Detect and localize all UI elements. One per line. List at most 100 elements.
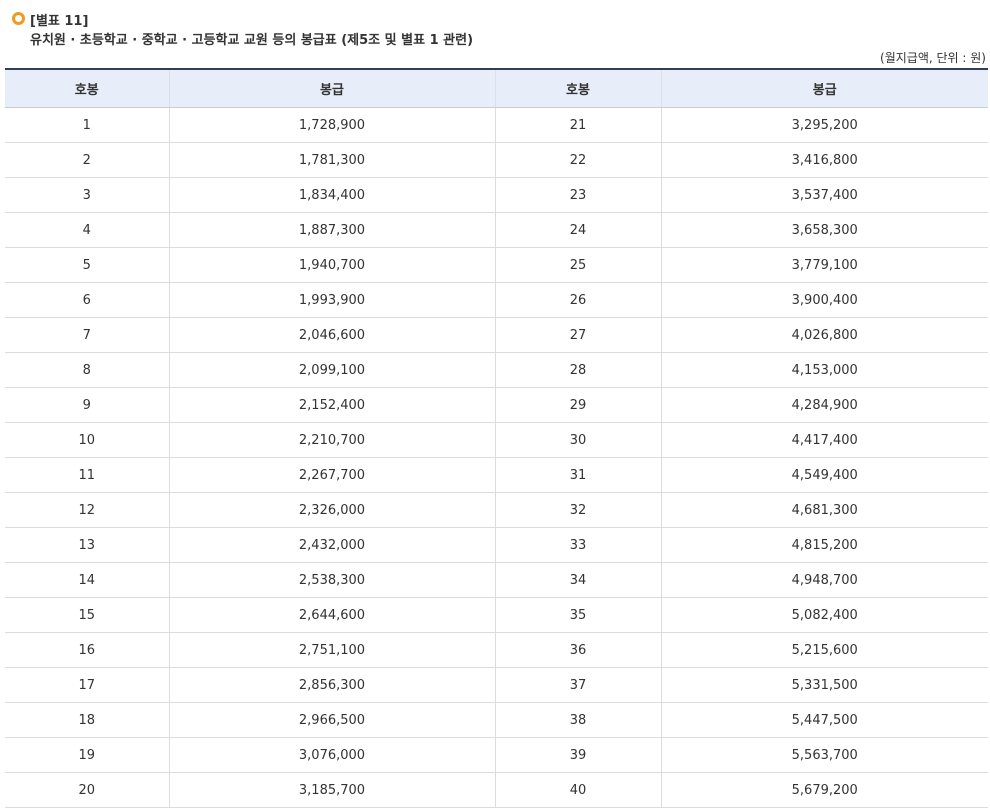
document-header: [별표 11] 유치원 · 초등학교 · 중학교 · 고등학교 교원 등의 봉급… <box>0 0 990 68</box>
salary-cell: 1,887,300 <box>168 212 495 248</box>
table-row: 11 2,267,700 31 4,549,400 <box>5 457 988 493</box>
step-cell: 9 <box>5 387 169 423</box>
table-header-row: 호봉 봉급 호봉 봉급 <box>5 68 988 108</box>
salary-cell: 2,856,300 <box>168 667 495 703</box>
step-cell: 37 <box>494 667 661 703</box>
step-cell: 40 <box>494 772 661 808</box>
salary-cell: 2,267,700 <box>168 457 495 493</box>
step-cell: 30 <box>494 422 661 458</box>
table-row: 16 2,751,100 36 5,215,600 <box>5 632 988 668</box>
table-row: 8 2,099,100 28 4,153,000 <box>5 352 988 388</box>
salary-cell: 3,416,800 <box>660 142 988 178</box>
step-cell: 19 <box>5 737 169 773</box>
step-cell: 32 <box>494 492 661 528</box>
table-row: 5 1,940,700 25 3,779,100 <box>5 247 988 283</box>
salary-cell: 2,751,100 <box>168 632 495 668</box>
table-row: 2 1,781,300 22 3,416,800 <box>5 142 988 178</box>
salary-cell: 3,900,400 <box>660 282 988 318</box>
step-cell: 22 <box>494 142 661 178</box>
table-row: 19 3,076,000 39 5,563,700 <box>5 737 988 773</box>
salary-cell: 5,679,200 <box>660 772 988 808</box>
table-body: 1 1,728,900 21 3,295,200 2 1,781,300 22 3,416,8… <box>5 107 988 808</box>
step-cell: 20 <box>5 772 169 808</box>
step-cell: 33 <box>494 527 661 563</box>
table-row: 20 3,185,700 40 5,679,200 <box>5 772 988 808</box>
step-cell: 21 <box>494 107 661 143</box>
table-row: 10 2,210,700 30 4,417,400 <box>5 422 988 458</box>
salary-cell: 4,549,400 <box>660 457 988 493</box>
salary-cell: 2,644,600 <box>168 597 495 633</box>
step-cell: 26 <box>494 282 661 318</box>
table-title: 유치원 · 초등학교 · 중학교 · 고등학교 교원 등의 봉급표 (제5조 및… <box>30 33 474 48</box>
table-row: 13 2,432,000 33 4,815,200 <box>5 527 988 563</box>
salary-cell: 4,681,300 <box>660 492 988 528</box>
salary-cell: 5,563,700 <box>660 737 988 773</box>
salary-cell: 3,076,000 <box>168 737 495 773</box>
appendix-label: [별표 11] <box>30 14 89 29</box>
step-cell: 16 <box>5 632 169 668</box>
step-cell: 4 <box>5 212 169 248</box>
table-row: 1 1,728,900 21 3,295,200 <box>5 107 988 143</box>
step-cell: 17 <box>5 667 169 703</box>
table-row: 17 2,856,300 37 5,331,500 <box>5 667 988 703</box>
salary-cell: 3,295,200 <box>660 107 988 143</box>
header-step-left: 호봉 <box>5 68 169 108</box>
salary-cell: 2,046,600 <box>168 317 495 353</box>
step-cell: 27 <box>494 317 661 353</box>
circle-bullet-icon <box>12 12 25 25</box>
step-cell: 39 <box>494 737 661 773</box>
salary-cell: 5,082,400 <box>660 597 988 633</box>
step-cell: 2 <box>5 142 169 178</box>
salary-cell: 2,326,000 <box>168 492 495 528</box>
step-cell: 29 <box>494 387 661 423</box>
salary-cell: 4,815,200 <box>660 527 988 563</box>
salary-cell: 4,417,400 <box>660 422 988 458</box>
step-cell: 38 <box>494 702 661 738</box>
salary-cell: 3,537,400 <box>660 177 988 213</box>
step-cell: 31 <box>494 457 661 493</box>
salary-cell: 5,331,500 <box>660 667 988 703</box>
step-cell: 28 <box>494 352 661 388</box>
step-cell: 23 <box>494 177 661 213</box>
table-row: 12 2,326,000 32 4,681,300 <box>5 492 988 528</box>
salary-cell: 4,026,800 <box>660 317 988 353</box>
salary-cell: 4,948,700 <box>660 562 988 598</box>
step-cell: 1 <box>5 107 169 143</box>
step-cell: 35 <box>494 597 661 633</box>
table-row: 18 2,966,500 38 5,447,500 <box>5 702 988 738</box>
salary-cell: 2,432,000 <box>168 527 495 563</box>
header-salary-right: 봉급 <box>660 68 988 108</box>
salary-cell: 2,152,400 <box>168 387 495 423</box>
salary-cell: 4,284,900 <box>660 387 988 423</box>
table-row: 6 1,993,900 26 3,900,400 <box>5 282 988 318</box>
step-cell: 3 <box>5 177 169 213</box>
table-row: 3 1,834,400 23 3,537,400 <box>5 177 988 213</box>
step-cell: 18 <box>5 702 169 738</box>
salary-cell: 1,993,900 <box>168 282 495 318</box>
step-cell: 8 <box>5 352 169 388</box>
table-row: 4 1,887,300 24 3,658,300 <box>5 212 988 248</box>
step-cell: 10 <box>5 422 169 458</box>
salary-cell: 5,215,600 <box>660 632 988 668</box>
step-cell: 11 <box>5 457 169 493</box>
unit-note: (월지급액, 단위 : 원) <box>880 51 986 65</box>
salary-cell: 2,099,100 <box>168 352 495 388</box>
step-cell: 34 <box>494 562 661 598</box>
salary-cell: 3,658,300 <box>660 212 988 248</box>
step-cell: 36 <box>494 632 661 668</box>
salary-table: 호봉 봉급 호봉 봉급 1 1,728,900 21 3,295,200 2 1,781,… <box>5 68 988 808</box>
salary-cell: 1,728,900 <box>168 107 495 143</box>
salary-cell: 3,185,700 <box>168 772 495 808</box>
salary-cell: 1,940,700 <box>168 247 495 283</box>
table-row: 15 2,644,600 35 5,082,400 <box>5 597 988 633</box>
step-cell: 6 <box>5 282 169 318</box>
salary-cell: 2,966,500 <box>168 702 495 738</box>
table-row: 14 2,538,300 34 4,948,700 <box>5 562 988 598</box>
step-cell: 12 <box>5 492 169 528</box>
step-cell: 5 <box>5 247 169 283</box>
step-cell: 15 <box>5 597 169 633</box>
table-row: 7 2,046,600 27 4,026,800 <box>5 317 988 353</box>
step-cell: 14 <box>5 562 169 598</box>
header-salary-left: 봉급 <box>168 68 495 108</box>
salary-cell: 2,538,300 <box>168 562 495 598</box>
